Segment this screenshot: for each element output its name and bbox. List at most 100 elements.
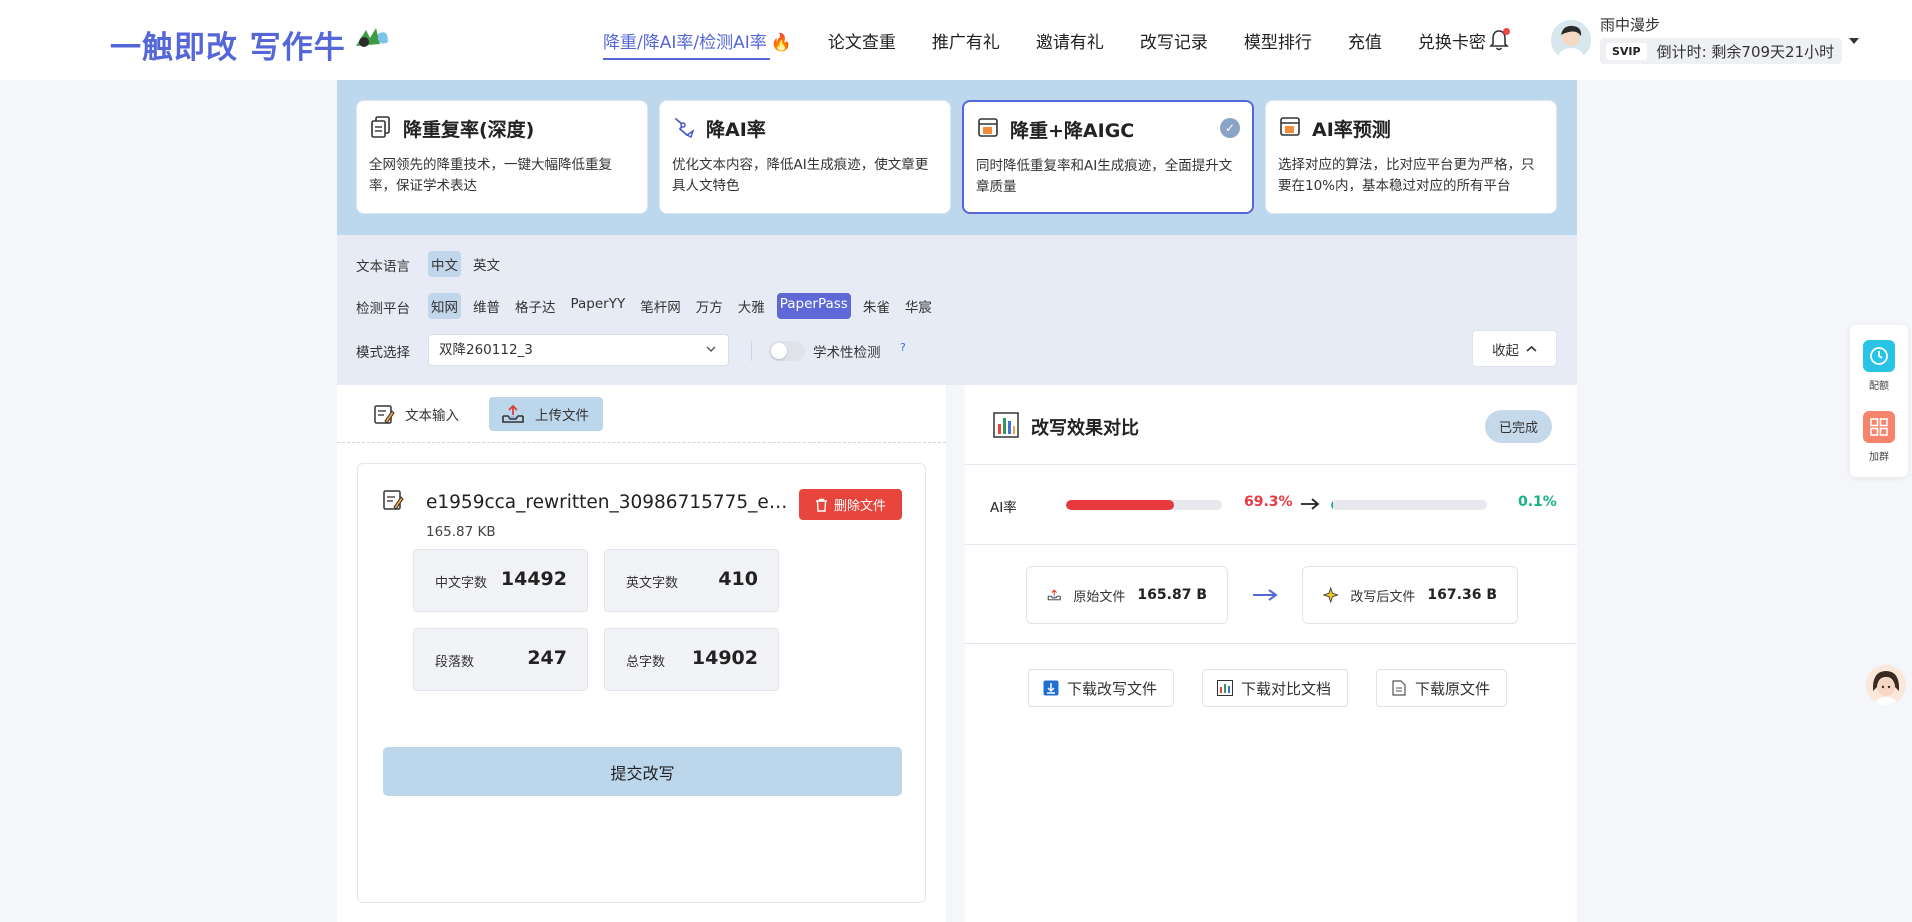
platform-chip-paperyy[interactable]: PaperYY [568, 293, 629, 319]
nav-item-redeem[interactable]: 兑换卡密 [1418, 28, 1486, 60]
trash-icon [815, 498, 827, 512]
download-original-button[interactable]: 下载原文件 [1376, 669, 1508, 707]
download-label: 下载改写文件 [1067, 679, 1158, 698]
platform-chip-gezida[interactable]: 格子达 [512, 293, 559, 319]
floating-toolbar: 配额 加群 [1850, 325, 1908, 477]
stat-label: 英文字数 [626, 576, 679, 591]
stat-value: 410 [718, 568, 758, 590]
tab-text-input[interactable]: 文本输入 [361, 397, 473, 431]
mode-card-dedup-aigc[interactable]: 降重+降AIGC ✓ 同时降低重复率和AI生成痕迹，全面提升文章质量 [962, 100, 1254, 214]
stat-total-chars: 总字数 14902 [604, 628, 779, 691]
nav-item-recharge[interactable]: 充值 [1348, 28, 1382, 60]
clock-icon [1863, 340, 1895, 372]
svip-badge: SVIP [1606, 42, 1647, 60]
language-label: 文本语言 [356, 259, 410, 275]
ai-after-value: 0.1% [1518, 494, 1557, 510]
grid-icon [1863, 411, 1895, 443]
mode-title: 降重+降AIGC [1010, 120, 1135, 142]
assistant-avatar[interactable] [1866, 665, 1906, 705]
language-chip-en[interactable]: 英文 [470, 251, 503, 277]
robot-arm-icon [675, 118, 695, 139]
platform-chip-zhuque[interactable]: 朱雀 [860, 293, 893, 319]
download-comparison-button[interactable]: 下载对比文档 [1202, 669, 1349, 707]
mode-select[interactable]: 双降260112_3 [428, 334, 729, 366]
chevron-up-icon [1526, 345, 1537, 352]
arrow-right-icon [1301, 498, 1320, 510]
bar-chart-icon [1217, 680, 1233, 696]
stat-chinese-chars: 中文字数 14492 [413, 549, 588, 612]
file-size-comparison: 原始文件 165.87 B 改写后文件 167.36 B [965, 545, 1577, 644]
academic-check-label: 学术性检测 [813, 345, 881, 361]
top-navbar: 一触即改 写作牛 降重/降AI率/检测AI率 🔥 论文查重 推广有礼 邀请有礼 改… [0, 0, 1912, 80]
platform-chip-bigan[interactable]: 笔杆网 [637, 293, 684, 319]
nav-item-invite[interactable]: 邀请有礼 [1036, 28, 1104, 60]
brand-logo-text[interactable]: 一触即改 写作牛 [110, 22, 346, 67]
stat-label: 中文字数 [435, 576, 488, 591]
platform-chip-huachen[interactable]: 华宸 [902, 293, 935, 319]
download-rewritten-button[interactable]: 下载改写文件 [1028, 669, 1175, 707]
user-avatar-icon [1551, 20, 1591, 60]
vip-countdown: 倒计时: 剩余709天21小时 [1656, 42, 1835, 61]
mode-title: 降重复率(深度) [403, 119, 535, 141]
quota-label: 配额 [1869, 381, 1889, 392]
submit-rewrite-button[interactable]: 提交改写 [383, 747, 902, 796]
download-label: 下载原文件 [1415, 679, 1491, 698]
mode-description: 全网领先的降重技术，一键大幅降低重复率，保证学术表达 [369, 157, 612, 194]
platform-chips: 知网 维普 格子达 PaperYY 笔杆网 万方 大雅 PaperPass 朱雀… [428, 293, 944, 319]
stat-value: 14492 [500, 568, 567, 590]
mode-selector: 降重复率(深度) 全网领先的降重技术，一键大幅降低重复率，保证学术表达 降AI率… [337, 80, 1577, 235]
avatar[interactable] [1551, 20, 1591, 60]
mode-description: 优化文本内容，降低AI生成痕迹，使文章更具人文特色 [672, 157, 929, 194]
quota-button[interactable]: 配额 [1850, 340, 1908, 392]
stat-label: 总字数 [626, 655, 666, 670]
platform-label: 检测平台 [356, 301, 410, 317]
stat-english-words: 英文字数 410 [604, 549, 779, 612]
platform-chip-wanfang[interactable]: 万方 [693, 293, 726, 319]
platform-chip-cnki[interactable]: 知网 [428, 293, 461, 319]
check-icon: ✓ [1220, 118, 1240, 138]
result-title: 改写效果对比 [1031, 418, 1139, 439]
delete-file-label: 删除文件 [833, 499, 886, 514]
notification-dot [1503, 28, 1510, 35]
stat-label: 段落数 [435, 655, 475, 670]
mode-title: 降AI率 [706, 119, 766, 141]
mode-card-ai-predict[interactable]: AI率预测 选择对应的算法，比对应平台更为严格，只要在10%内，基本稳过对应的所… [1265, 100, 1557, 214]
input-panel: 文本输入 上传文件 e1959cca_rewritten_30986715775… [337, 385, 946, 922]
mode-card-reduce-ai[interactable]: 降AI率 优化文本内容，降低AI生成痕迹，使文章更具人文特色 [659, 100, 951, 214]
stat-value: 14902 [691, 647, 758, 669]
platform-chip-daya[interactable]: 大雅 [735, 293, 768, 319]
nav-item-rewrite[interactable]: 降重/降AI率/检测AI率 🔥 [603, 28, 792, 60]
nav-item-model-ranking[interactable]: 模型排行 [1244, 28, 1312, 60]
platform-chip-paperpass[interactable]: PaperPass [776, 293, 851, 319]
language-chip-zh[interactable]: 中文 [428, 251, 461, 277]
document-icon [1392, 680, 1406, 696]
tab-label: 文本输入 [405, 408, 459, 424]
ai-rate-comparison: AI率 69.3% 0.1% [965, 465, 1577, 545]
ai-rate-label: AI率 [990, 500, 1017, 516]
help-icon[interactable]: ? [900, 341, 906, 354]
tab-upload-file[interactable]: 上传文件 [489, 397, 603, 431]
note-edit-icon [374, 405, 395, 424]
file-size: 165.87 KB [426, 524, 496, 540]
download-icon [1043, 680, 1059, 696]
mode-description: 同时降低重复率和AI生成痕迹，全面提升文章质量 [976, 158, 1233, 195]
note-edit-icon [383, 490, 404, 510]
upload-tray-icon [1047, 589, 1061, 601]
nav-item-plagiarism-check[interactable]: 论文查重 [828, 28, 896, 60]
nav-item-promotion[interactable]: 推广有礼 [932, 28, 1000, 60]
delete-file-button[interactable]: 删除文件 [799, 489, 902, 520]
window-icon [1280, 117, 1300, 136]
nav-item-history[interactable]: 改写记录 [1140, 28, 1208, 60]
user-menu-caret-icon[interactable] [1849, 38, 1859, 44]
collapse-label: 收起 [1492, 342, 1519, 359]
mode-select-value: 双降260112_3 [439, 342, 533, 358]
arrow-right-icon [1253, 589, 1278, 601]
username[interactable]: 雨中漫步 [1600, 14, 1660, 35]
collapse-button[interactable]: 收起 [1472, 330, 1557, 367]
join-group-button[interactable]: 加群 [1850, 411, 1908, 463]
mode-card-dedup[interactable]: 降重复率(深度) 全网领先的降重技术，一键大幅降低重复率，保证学术表达 [356, 100, 648, 214]
toggle-knob [771, 343, 787, 359]
mode-description: 选择对应的算法，比对应平台更为严格，只要在10%内，基本稳过对应的所有平台 [1278, 157, 1535, 194]
platform-chip-vip[interactable]: 维普 [470, 293, 503, 319]
academic-check-toggle[interactable] [769, 341, 805, 361]
